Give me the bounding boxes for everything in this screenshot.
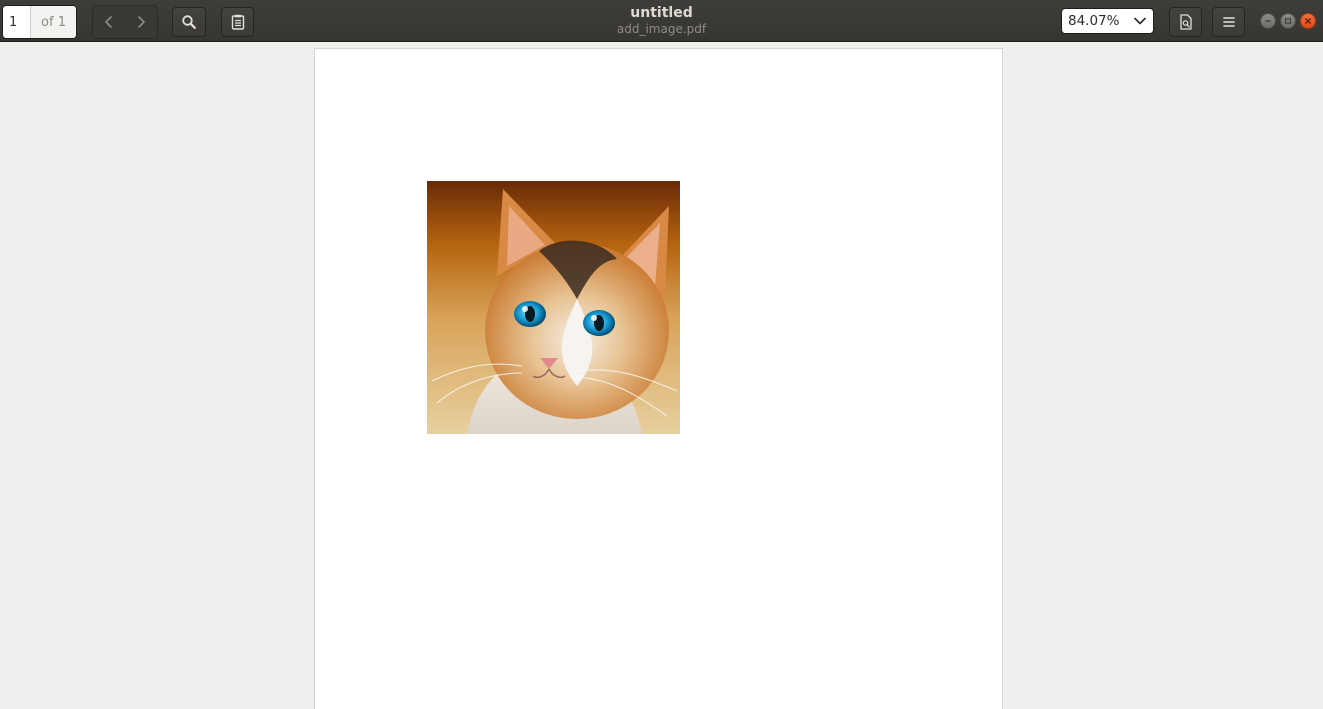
page-number-input[interactable]: 1	[3, 6, 31, 38]
minimize-button[interactable]	[1260, 13, 1276, 29]
maximize-button[interactable]	[1280, 13, 1296, 29]
header-bar: 1 of 1 untitled add_image.pdf 84.07%	[0, 0, 1323, 42]
zoom-select[interactable]: 84.07%	[1061, 8, 1154, 34]
maximize-icon	[1284, 18, 1292, 24]
search-button[interactable]	[172, 7, 206, 37]
document-properties-button[interactable]	[1169, 7, 1202, 37]
close-icon	[1305, 18, 1311, 24]
cat-image	[427, 181, 680, 434]
pdf-page	[315, 49, 1002, 709]
hamburger-menu-icon	[1222, 17, 1235, 27]
chevron-down-icon	[1134, 17, 1146, 25]
clipboard-icon	[231, 14, 244, 30]
document-viewport[interactable]	[0, 42, 1323, 709]
chevron-left-icon	[105, 16, 112, 28]
menu-button[interactable]	[1212, 7, 1245, 37]
next-page-button[interactable]	[125, 6, 157, 38]
page-number-field[interactable]: 1 of 1	[2, 5, 77, 39]
close-button[interactable]	[1300, 13, 1316, 29]
page-navigation-group	[92, 5, 158, 39]
search-icon	[182, 15, 196, 29]
previous-page-button[interactable]	[93, 6, 125, 38]
document-search-icon	[1179, 14, 1192, 30]
annotations-button[interactable]	[221, 7, 254, 37]
chevron-right-icon	[138, 16, 145, 28]
zoom-dropdown-button[interactable]	[1127, 16, 1153, 26]
page-count-label: of 1	[31, 6, 76, 38]
zoom-value[interactable]: 84.07%	[1068, 13, 1127, 29]
minimize-icon	[1265, 20, 1271, 22]
